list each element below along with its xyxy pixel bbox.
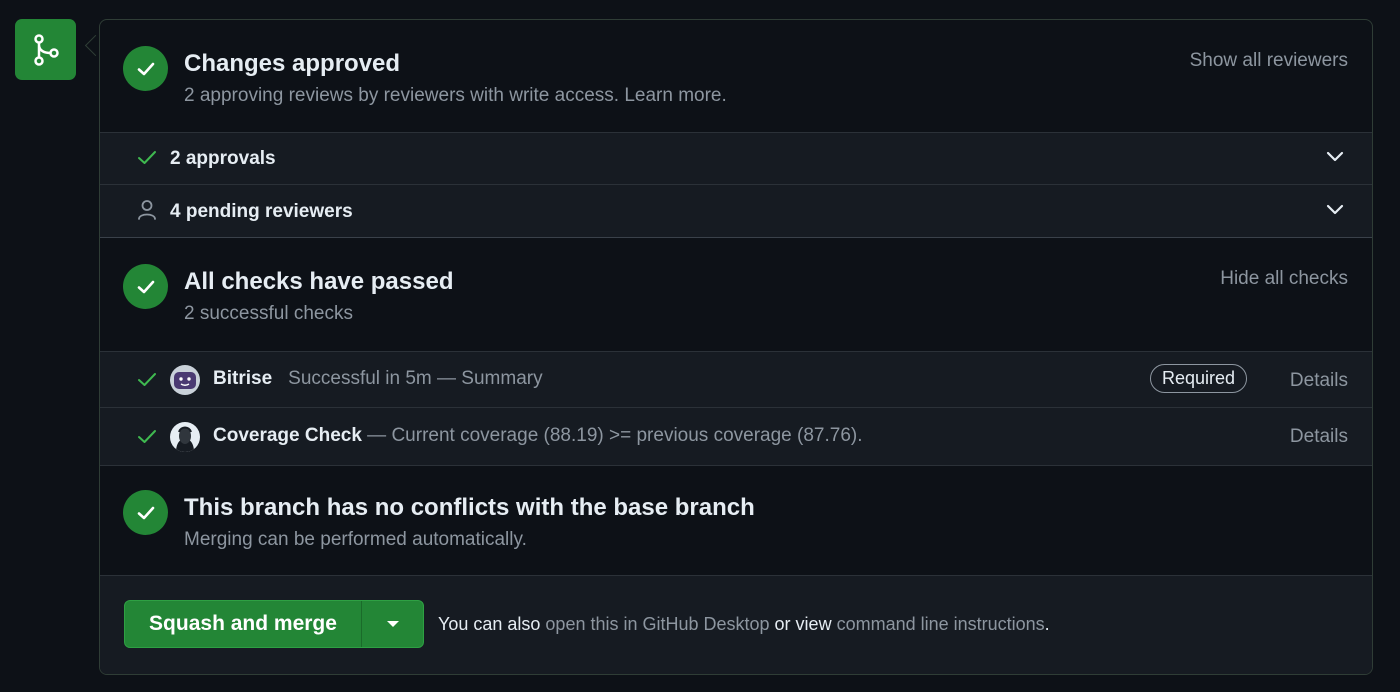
checks-passed-icon (123, 264, 168, 309)
chevron-down-icon[interactable] (1326, 150, 1344, 169)
approvals-row[interactable]: 2 approvals (100, 132, 1372, 185)
triangle-down-icon (386, 615, 400, 633)
squash-and-merge-button[interactable]: Squash and merge (125, 601, 362, 647)
review-title: Changes approved (184, 50, 401, 77)
check-name-text: Bitrise (213, 368, 273, 389)
approved-check-icon (123, 46, 168, 91)
hide-all-checks-link[interactable]: Hide all checks (1220, 268, 1348, 290)
chevron-down-icon[interactable] (1326, 203, 1344, 222)
check-row-bitrise: Bitrise Successful in 5m — Summary Requir… (100, 351, 1372, 408)
details-link[interactable]: Details (1290, 426, 1348, 448)
merge-alternatives-text: You can also open this in GitHub Desktop… (438, 614, 1050, 635)
review-subtitle: 2 approving reviews by reviewers with wr… (184, 85, 727, 106)
no-conflicts-check-icon (123, 490, 168, 535)
conflicts-subtitle: Merging can be performed automatically. (184, 529, 527, 550)
command-line-instructions-link[interactable]: command line instructions (837, 614, 1045, 634)
review-section: Changes approved 2 approving reviews by … (100, 20, 1372, 132)
show-all-reviewers-link[interactable]: Show all reviewers (1190, 50, 1348, 72)
footer-text-middle: or view (769, 614, 837, 634)
footer-text-suffix: . (1044, 614, 1050, 634)
required-badge: Required (1149, 364, 1247, 393)
merge-method-dropdown[interactable] (362, 601, 423, 647)
checks-section: All checks have passed 2 successful chec… (100, 238, 1372, 351)
person-icon (137, 199, 157, 226)
pending-reviewers-row[interactable]: 4 pending reviewers (100, 184, 1372, 238)
checks-subtitle: 2 successful checks (184, 303, 353, 324)
conflicts-section: This branch has no conflicts with the ba… (100, 466, 1372, 576)
conflicts-title: This branch has no conflicts with the ba… (184, 494, 755, 521)
check-row-coverage: Coverage Check — Current coverage (88.19… (100, 407, 1372, 466)
approvals-label: 2 approvals (170, 148, 276, 169)
check-description: — Current coverage (88.19) >= previous c… (361, 425, 863, 446)
details-link[interactable]: Details (1290, 370, 1348, 392)
pending-reviewers-label: 4 pending reviewers (170, 201, 353, 222)
check-name-text: Coverage Check (213, 425, 362, 446)
squash-merge-button-group: Squash and merge (124, 600, 424, 648)
coverage-app-icon (170, 422, 200, 452)
check-icon (137, 371, 157, 394)
check-icon (137, 428, 157, 451)
open-github-desktop-link[interactable]: open this in GitHub Desktop (545, 614, 769, 634)
footer-text-prefix: You can also (438, 614, 546, 634)
merge-box: Changes approved 2 approving reviews by … (99, 19, 1373, 675)
bitrise-app-icon (170, 365, 200, 395)
merge-footer: Squash and merge You can also open this … (100, 575, 1372, 674)
check-description: Successful in 5m — Summary (288, 368, 543, 389)
git-merge-icon (15, 19, 76, 80)
check-name: Coverage Check — Current coverage (88.19… (213, 425, 863, 447)
check-name: Bitrise Successful in 5m — Summary (213, 368, 543, 390)
checks-title: All checks have passed (184, 268, 454, 295)
check-icon (137, 149, 157, 172)
